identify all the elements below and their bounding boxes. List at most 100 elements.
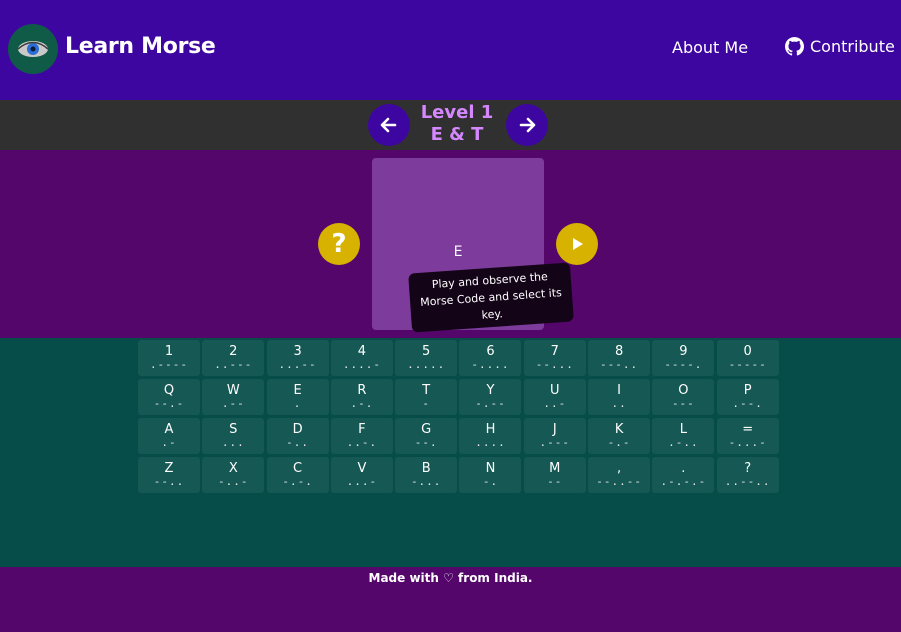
key-morse-code: --..-- — [596, 475, 642, 488]
morse-key[interactable]: G --. — [395, 418, 458, 454]
help-button[interactable]: ? — [318, 223, 360, 265]
morse-key[interactable]: C -.-. — [266, 457, 329, 493]
morse-key[interactable]: K -.- — [588, 418, 651, 454]
key-morse-code: .-. — [350, 397, 374, 410]
arrow-right-icon — [519, 117, 536, 133]
current-letter: E — [453, 244, 463, 260]
morse-key[interactable]: X -..- — [202, 457, 265, 493]
key-morse-code: ---.. — [600, 358, 639, 371]
previous-level-button[interactable] — [368, 104, 410, 146]
key-character: K — [614, 422, 624, 437]
key-character: A — [164, 422, 174, 437]
key-morse-code: ....- — [342, 358, 381, 371]
morse-key[interactable]: U ..- — [523, 379, 586, 415]
logo[interactable] — [8, 24, 58, 74]
morse-key[interactable]: I.. — [588, 379, 651, 415]
next-level-button[interactable] — [506, 104, 548, 146]
morse-key[interactable]: S... — [202, 418, 265, 454]
key-character: Q — [163, 383, 175, 398]
key-morse-code: --.- — [153, 397, 185, 410]
key-morse-code: ..-. — [346, 436, 378, 449]
morse-key[interactable]: D -.. — [266, 418, 329, 454]
key-character: N — [485, 461, 496, 476]
level-indicator: Level 1 E & T — [408, 102, 506, 146]
play-icon — [573, 238, 583, 250]
key-character: . — [681, 461, 686, 476]
key-morse-code: ..--.. — [724, 475, 771, 488]
footer-text: Made with ♡ from India. — [368, 571, 533, 585]
morse-key[interactable]: , --..-- — [588, 457, 651, 493]
key-morse-code: ..- — [543, 397, 567, 410]
morse-key[interactable]: L .-.. — [652, 418, 715, 454]
morse-key[interactable]: Z --.. — [138, 457, 200, 493]
morse-key[interactable]: 2 ..--- — [202, 340, 265, 376]
header: Learn Morse About Me Contribute — [0, 0, 901, 100]
morse-key[interactable]: 7 --... — [523, 340, 586, 376]
morse-key[interactable]: B -... — [395, 457, 458, 493]
morse-key[interactable]: J .--- — [523, 418, 586, 454]
morse-key[interactable]: 1 .---- — [138, 340, 200, 376]
key-morse-code: ----- — [728, 358, 767, 371]
morse-key[interactable]: 8 ---.. — [588, 340, 651, 376]
morse-key[interactable]: O --- — [652, 379, 715, 415]
morse-keyboard-area: 1 .---- 2 ..--- 3 ...-- 4 ....- 5..... 6 -.... 7 --.… — [0, 338, 901, 567]
morse-key[interactable]: . .-.-.- — [652, 457, 715, 493]
key-character: , — [617, 461, 622, 476]
key-morse-code: -.- — [607, 436, 631, 449]
key-character: L — [679, 422, 687, 437]
eye-logo-icon — [17, 41, 49, 57]
morse-key[interactable]: N -. — [459, 457, 522, 493]
morse-key[interactable]: M -- — [523, 457, 586, 493]
key-character: P — [743, 383, 752, 398]
key-morse-code: .--- — [539, 436, 571, 449]
nav-contribute-link[interactable]: Contribute — [785, 37, 895, 56]
key-morse-code: -. — [482, 475, 499, 488]
key-character: 5 — [422, 344, 431, 359]
key-morse-code: -.... — [471, 358, 510, 371]
key-character: B — [421, 461, 431, 476]
morse-key[interactable]: V ...- — [330, 457, 393, 493]
footer: Made with ♡ from India. — [0, 567, 901, 632]
morse-key[interactable]: P .--. — [716, 379, 779, 415]
morse-key[interactable]: E. — [266, 379, 329, 415]
morse-key[interactable]: ? ..--.. — [716, 457, 779, 493]
morse-key[interactable]: Y -.-- — [459, 379, 522, 415]
key-morse-code: .-.. — [668, 436, 699, 449]
key-character: 1 — [164, 344, 174, 359]
key-character: 0 — [743, 344, 752, 359]
key-morse-code: .... — [475, 436, 506, 449]
brand-title[interactable]: Learn Morse — [65, 34, 216, 59]
morse-key[interactable]: 9 ----. — [652, 340, 715, 376]
key-character: 8 — [614, 344, 624, 359]
key-character: C — [293, 461, 303, 476]
key-morse-code: -... — [410, 475, 442, 488]
key-morse-code: -.-- — [475, 397, 506, 410]
key-morse-code: --. — [414, 436, 438, 449]
key-morse-code: ..--- — [214, 358, 253, 371]
key-character: D — [292, 422, 303, 437]
morse-key[interactable]: 6 -.... — [459, 340, 522, 376]
morse-key[interactable]: H.... — [459, 418, 522, 454]
morse-key[interactable]: = -...- — [716, 418, 779, 454]
key-character: 9 — [679, 344, 688, 359]
level-bar: Level 1 E & T — [0, 100, 901, 150]
play-button[interactable] — [556, 223, 598, 265]
morse-key[interactable]: R .-. — [330, 379, 393, 415]
key-character: U — [550, 383, 560, 398]
morse-key[interactable]: F ..-. — [330, 418, 393, 454]
morse-key[interactable]: Q --.- — [138, 379, 200, 415]
nav-about-link[interactable]: About Me — [672, 38, 748, 57]
key-character: E — [293, 383, 302, 398]
morse-key[interactable]: W .-- — [202, 379, 265, 415]
morse-key[interactable]: A .- — [138, 418, 200, 454]
morse-key[interactable]: 5..... — [395, 340, 458, 376]
morse-key[interactable]: 4 ....- — [330, 340, 393, 376]
key-character: G — [421, 422, 432, 437]
key-morse-code: ----. — [664, 358, 703, 371]
key-morse-code: ...-- — [278, 358, 317, 371]
key-morse-code: --.. — [153, 475, 185, 488]
morse-key[interactable]: 3 ...-- — [266, 340, 329, 376]
morse-key[interactable]: 0 ----- — [716, 340, 779, 376]
morse-key[interactable]: T- — [395, 379, 458, 415]
key-morse-code: .. — [611, 397, 627, 410]
